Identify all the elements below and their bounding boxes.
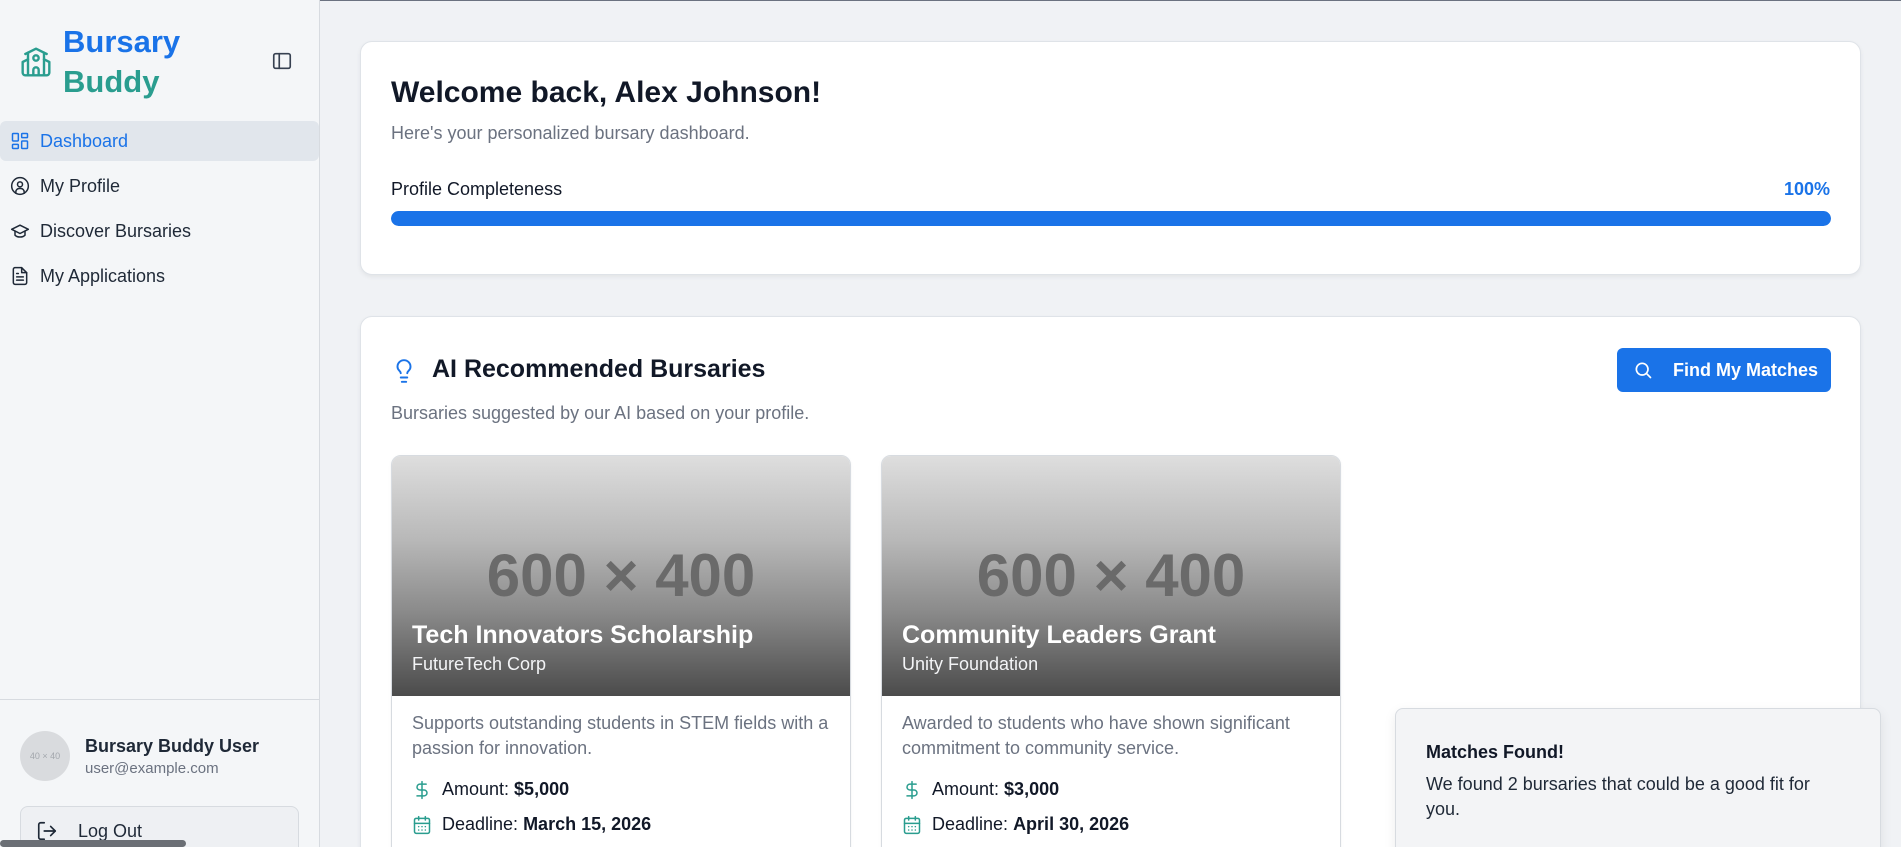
sidebar-item-discover-bursaries[interactable]: Discover Bursaries xyxy=(0,211,319,251)
amount-value: $5,000 xyxy=(514,779,570,799)
document-icon xyxy=(12,266,28,286)
sidebar-item-label: Discover Bursaries xyxy=(40,220,192,241)
bursary-organization: Unity Foundation xyxy=(902,654,1039,674)
lightbulb-icon xyxy=(396,359,412,383)
sidebar-nav: Dashboard My Profile Discover Bursaries xyxy=(0,121,319,301)
calendar-icon xyxy=(903,815,921,834)
bursary-description: Supports outstanding students in STEM fi… xyxy=(412,713,829,758)
deadline-label: Deadline: xyxy=(442,814,519,834)
logout-label: Log Out xyxy=(78,820,143,841)
horizontal-scrollbar[interactable] xyxy=(0,840,186,847)
user-email: user@example.com xyxy=(85,760,219,777)
deadline-value: March 15, 2026 xyxy=(523,814,652,834)
bursary-card[interactable]: 600 × 400 Tech Innovators Scholarship Fu… xyxy=(391,455,851,847)
school-building-icon xyxy=(21,47,51,77)
bursary-organization: FutureTech Corp xyxy=(412,654,547,674)
brand-line-1: Bursary xyxy=(63,24,181,59)
welcome-card: Welcome back, Alex Johnson! Here's your … xyxy=(360,41,1861,275)
graduation-cap-icon xyxy=(10,224,30,238)
sidebar-item-dashboard[interactable]: Dashboard xyxy=(0,121,319,161)
brand-name: Bursary Buddy xyxy=(63,22,180,102)
image-placeholder-text: 600 × 400 xyxy=(976,542,1246,609)
sidebar-item-label: Dashboard xyxy=(40,130,129,151)
bursary-amount: Amount: $5,000 xyxy=(412,779,569,800)
amount-value: $3,000 xyxy=(1004,779,1060,799)
deadline-value: April 30, 2026 xyxy=(1013,814,1130,834)
bursary-title: Tech Innovators Scholarship xyxy=(412,621,754,649)
bursary-amount: Amount: $3,000 xyxy=(902,779,1059,800)
sidebar-item-label: My Profile xyxy=(40,175,121,196)
dashboard-icon xyxy=(11,132,29,150)
sidebar-item-my-profile[interactable]: My Profile xyxy=(0,166,319,206)
bursary-image: 600 × 400 Tech Innovators Scholarship Fu… xyxy=(392,456,850,696)
profile-completeness-value: 100% xyxy=(1783,179,1830,199)
calendar-icon xyxy=(413,815,431,834)
user-name: Bursary Buddy User xyxy=(85,736,260,756)
amount-label: Amount: xyxy=(932,779,1000,799)
brand-line-2: Buddy xyxy=(63,64,160,99)
sidebar-item-my-applications[interactable]: My Applications xyxy=(0,256,319,296)
sidebar-toggle-icon[interactable] xyxy=(271,50,293,72)
section-title: AI Recommended Bursaries xyxy=(432,355,766,383)
bursary-image: 600 × 400 Community Leaders Grant Unity … xyxy=(882,456,1340,696)
profile-progress-fill xyxy=(391,211,1831,226)
search-icon xyxy=(1635,362,1652,379)
amount-label: Amount: xyxy=(442,779,510,799)
image-placeholder-text: 600 × 400 xyxy=(486,542,756,609)
bursary-deadline: Deadline: April 30, 2026 xyxy=(902,814,1129,835)
bursary-deadline: Deadline: March 15, 2026 xyxy=(412,814,651,835)
bursary-title: Community Leaders Grant xyxy=(902,621,1216,649)
find-my-matches-button[interactable]: Find My Matches xyxy=(1617,348,1831,392)
profile-completeness-label: Profile Completeness xyxy=(391,179,563,199)
toast-message: We found 2 bursaries that could be a goo… xyxy=(1426,774,1810,819)
deadline-label: Deadline: xyxy=(932,814,1009,834)
brand[interactable]: Bursary Buddy xyxy=(20,22,180,102)
sidebar-footer: 40 × 40 Bursary Buddy User user@example.… xyxy=(0,699,319,847)
page-title: Welcome back, Alex Johnson! xyxy=(391,76,822,109)
dollar-icon xyxy=(906,780,918,799)
sidebar-item-label: My Applications xyxy=(40,265,166,286)
matches-found-toast[interactable]: Matches Found! We found 2 bursaries that… xyxy=(1395,708,1881,847)
toast-title: Matches Found! xyxy=(1426,742,1564,762)
page-subtitle: Here's your personalized bursary dashboa… xyxy=(391,123,750,143)
bursary-description: Awarded to students who have shown signi… xyxy=(902,713,1290,758)
sidebar: Bursary Buddy Dashboard My Profile Disco… xyxy=(0,0,320,847)
find-my-matches-label: Find My Matches xyxy=(1673,359,1819,380)
section-subtitle: Bursaries suggested by our AI based on y… xyxy=(391,403,810,423)
avatar[interactable]: 40 × 40 xyxy=(20,731,70,781)
profile-progress-bar xyxy=(391,211,1831,226)
dollar-icon xyxy=(416,780,428,799)
logout-icon xyxy=(37,821,57,841)
bursary-card[interactable]: 600 × 400 Community Leaders Grant Unity … xyxy=(881,455,1341,847)
user-circle-icon xyxy=(10,176,30,196)
